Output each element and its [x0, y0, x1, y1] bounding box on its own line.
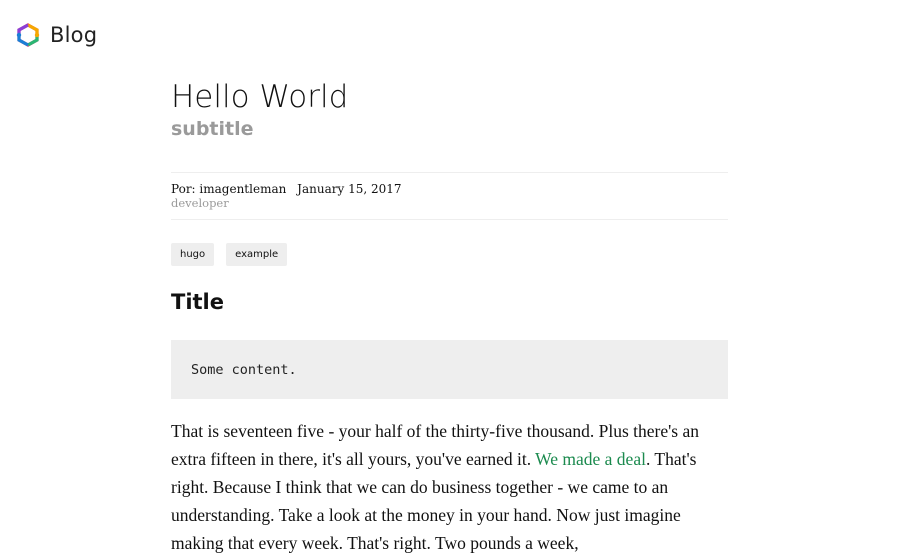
- deal-link[interactable]: We made a deal: [535, 449, 646, 469]
- hugo-logo-icon[interactable]: [16, 23, 40, 47]
- post-byline: Por: imagentleman January 15, 2017: [171, 182, 728, 197]
- section-heading: Title: [171, 290, 225, 314]
- author-role: developer: [171, 196, 229, 210]
- byline-label: Por:: [171, 182, 196, 196]
- article: Hello World subtitle Por: imagentleman J…: [171, 78, 728, 557]
- post-subtitle: subtitle: [171, 118, 254, 140]
- code-content: Some content.: [191, 361, 297, 378]
- post-title: Hello World: [171, 79, 349, 115]
- tag-example[interactable]: example: [226, 243, 288, 266]
- author-name: imagentleman: [199, 182, 287, 196]
- tag-list: hugo example: [171, 243, 728, 266]
- site-header: Blog: [16, 20, 97, 50]
- tag-hugo[interactable]: hugo: [171, 243, 215, 266]
- post-meta: Por: imagentleman January 15, 2017 devel…: [171, 172, 728, 220]
- body-paragraph: That is seventeen five - your half of th…: [171, 417, 728, 557]
- code-block: Some content.: [171, 340, 728, 399]
- site-name-link[interactable]: Blog: [50, 23, 97, 47]
- post-date: January 15, 2017: [297, 182, 402, 196]
